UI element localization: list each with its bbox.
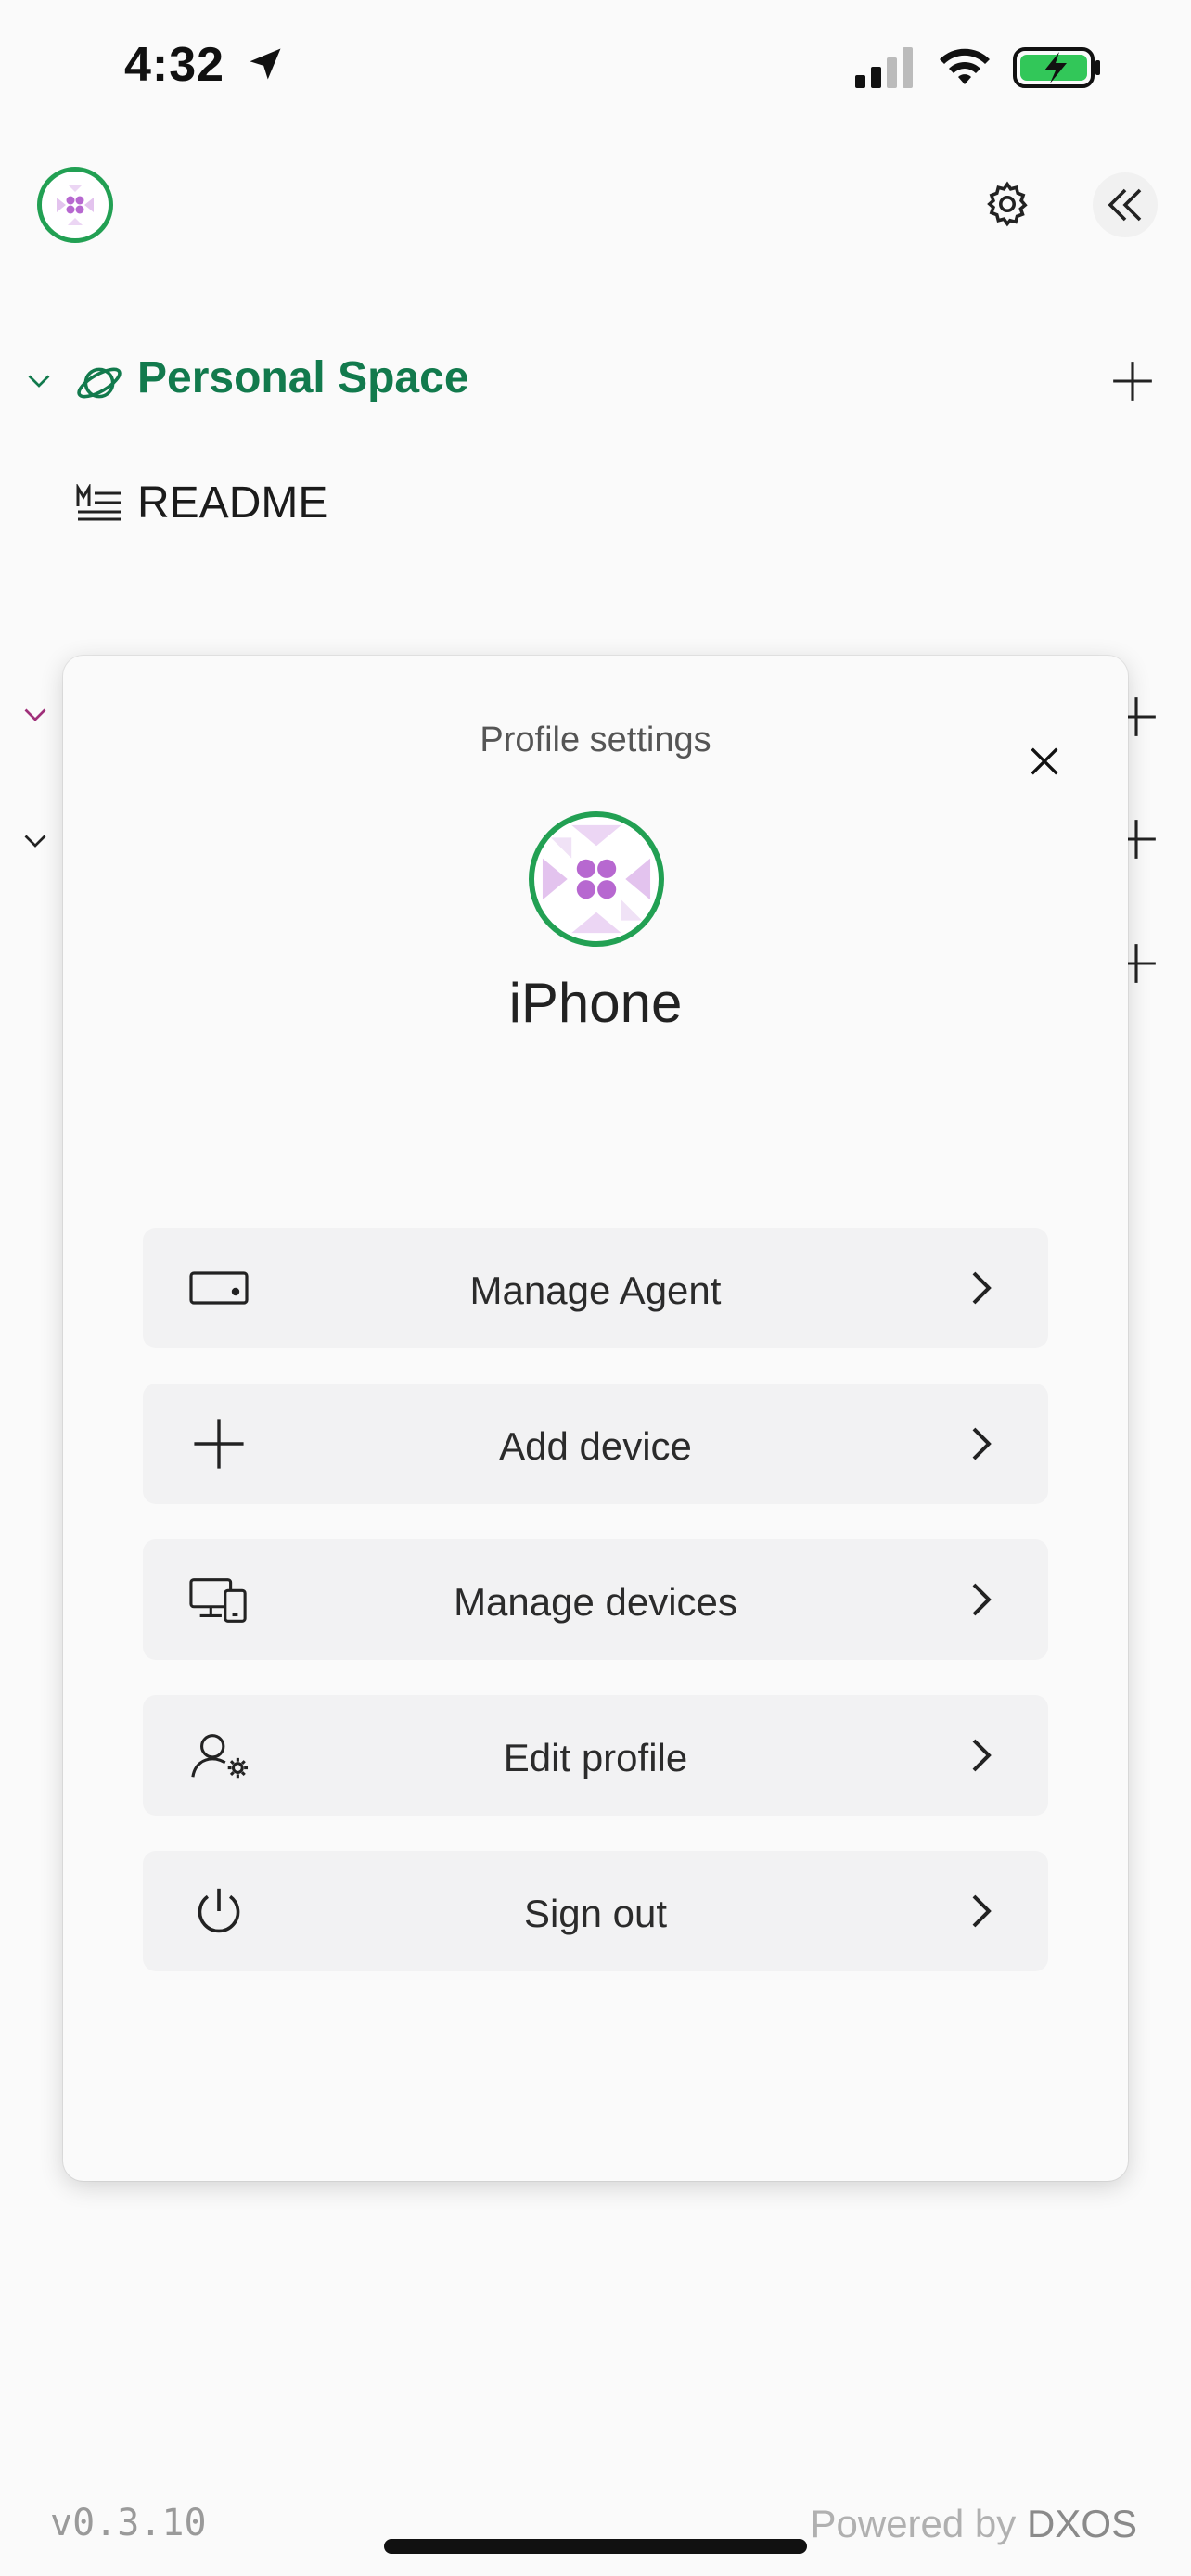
sign-out-label: Sign out [523,1892,668,1935]
avatar-identicon-icon [57,185,94,225]
powered-prefix: Powered by [810,2502,1017,2545]
manage-devices-button[interactable]: Manage devices [143,1539,1048,1660]
profile-settings-dialog: Profile settings iPhone Manage Agent Add [63,656,1128,2181]
double-chevron-left-icon [1108,188,1142,222]
chevron-right-icon [972,1894,992,1928]
powered-by[interactable]: Powered by DXOS [811,2502,1138,2546]
status-time: 4:32 [124,37,286,93]
home-indicator[interactable] [384,2539,807,2554]
settings-button[interactable] [980,176,1035,232]
add-device-button[interactable]: Add device [143,1384,1048,1504]
avatar-identicon-icon [542,824,651,934]
device-name: iPhone [508,972,683,1034]
chevron-down-icon [24,835,46,848]
collapsed-group-toggle-1[interactable] [19,697,52,735]
edit-profile-button[interactable]: Edit profile [143,1695,1048,1816]
planet-icon [77,367,122,399]
chevron-right-icon [972,1583,992,1616]
close-icon [1031,747,1058,775]
cellular-signal-icon [855,47,913,88]
add-item-button[interactable] [1109,358,1156,409]
space-icon [74,358,124,413]
gear-icon [987,181,1028,227]
dialog-title: Profile settings [480,721,711,759]
collapse-sidebar-button[interactable] [1093,172,1158,237]
chevron-down-icon [28,375,50,388]
wifi-icon [940,48,990,84]
profile-avatar [529,811,664,947]
user-avatar[interactable] [37,167,113,243]
edit-profile-label: Edit profile [503,1736,688,1779]
add-device-label: Add device [499,1424,692,1468]
collapsed-group-toggle-2[interactable] [19,823,52,861]
chevron-right-icon [972,1739,992,1772]
manage-agent-label: Manage Agent [469,1269,722,1312]
sign-out-button[interactable]: Sign out [143,1851,1048,1971]
space-name[interactable]: Personal Space [137,352,469,403]
chevron-right-icon [972,1271,992,1305]
manage-agent-button[interactable]: Manage Agent [143,1228,1048,1348]
doc-title[interactable]: README [137,478,327,529]
status-icons [855,46,1102,89]
time-text: 4:32 [124,38,225,92]
location-arrow-icon [250,48,281,80]
powered-brand: DXOS [1026,2502,1137,2545]
markdown-doc-icon [76,482,124,526]
space-expand-toggle[interactable] [22,363,56,402]
close-button[interactable] [1017,733,1072,789]
battery-charging-icon [1013,47,1100,88]
markdown-icon [76,482,121,521]
chevron-right-icon [972,1427,992,1460]
version-label: v0.3.10 [50,2502,207,2544]
chevron-down-icon [24,708,46,721]
plus-icon [1113,362,1152,401]
manage-devices-label: Manage devices [454,1580,737,1624]
